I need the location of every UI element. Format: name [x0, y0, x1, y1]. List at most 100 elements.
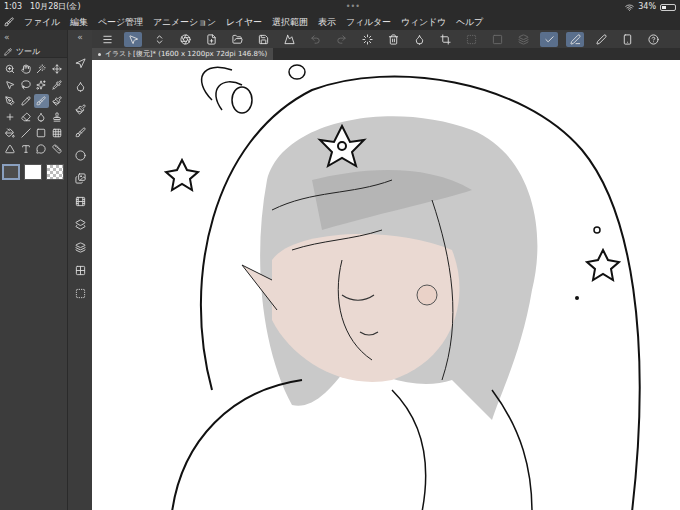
menu-item[interactable]: ウィンドウ [401, 18, 446, 27]
command-button[interactable] [384, 32, 402, 47]
palette-header: ツール [0, 46, 67, 58]
command-icon [414, 34, 425, 45]
wifi-icon [625, 3, 634, 12]
command-button[interactable] [436, 32, 454, 47]
tool-button[interactable] [49, 142, 65, 156]
menu-item[interactable]: ファイル [24, 18, 60, 27]
tool-button[interactable] [2, 78, 18, 92]
tool-button[interactable] [18, 78, 34, 92]
tool-icon [5, 80, 15, 90]
canvas-tab[interactable]: イラスト[復元]* (1600 x 1200px 72dpi 146.8%) [92, 48, 273, 60]
command-button[interactable] [462, 32, 480, 47]
tool-button[interactable] [49, 62, 65, 76]
tool-button[interactable] [2, 110, 18, 124]
panel-icon [75, 173, 86, 184]
command-button[interactable] [150, 32, 168, 47]
command-button[interactable] [124, 32, 142, 47]
panel-button[interactable] [72, 56, 88, 70]
collapse-button[interactable]: « [0, 30, 67, 46]
command-button[interactable] [254, 32, 272, 47]
command-button[interactable] [358, 32, 376, 47]
command-button[interactable] [514, 32, 532, 47]
tool-button[interactable] [49, 126, 65, 140]
panel-icon [75, 104, 86, 115]
collapse-button[interactable]: « [77, 30, 83, 46]
tool-button[interactable] [34, 78, 50, 92]
menu-item[interactable]: フィルター [346, 18, 391, 27]
menu-item[interactable]: レイヤー [226, 18, 262, 27]
command-button[interactable] [488, 32, 506, 47]
multitask-dots[interactable]: ••• [81, 3, 626, 11]
workspace: «ツール«イラスト[復元]* (1600 x 1200px 72dpi 146.… [0, 30, 680, 510]
menu-item[interactable]: 表示 [318, 18, 336, 27]
panel-button[interactable] [72, 263, 88, 277]
tool-button[interactable] [34, 62, 50, 76]
tool-icon [5, 96, 15, 106]
tool-icon [36, 144, 46, 154]
tool-button[interactable] [18, 110, 34, 124]
panel-button[interactable] [72, 217, 88, 231]
command-icon [544, 34, 555, 45]
command-icon [622, 34, 633, 45]
tool-button[interactable] [18, 142, 34, 156]
tool-button[interactable] [34, 94, 50, 108]
command-button[interactable] [410, 32, 428, 47]
command-button[interactable] [228, 32, 246, 47]
panel-button[interactable] [72, 79, 88, 93]
menu-item[interactable]: 編集 [70, 18, 88, 27]
tool-icon [21, 112, 31, 122]
command-button[interactable] [566, 32, 584, 47]
tool-button[interactable] [2, 126, 18, 140]
command-button[interactable] [202, 32, 220, 47]
command-button[interactable] [332, 32, 350, 47]
tool-button[interactable] [18, 126, 34, 140]
command-button[interactable] [644, 32, 662, 47]
tool-icon [36, 64, 46, 74]
main-area: イラスト[復元]* (1600 x 1200px 72dpi 146.8%) [92, 30, 680, 510]
panel-icon [75, 196, 86, 207]
command-button[interactable] [280, 32, 298, 47]
panel-icon-column: « [68, 30, 92, 510]
tool-icon [36, 128, 46, 138]
command-icon [440, 34, 451, 45]
panel-button[interactable] [72, 286, 88, 300]
command-button[interactable] [592, 32, 610, 47]
color-swatch[interactable] [46, 164, 64, 180]
app-logo-icon[interactable] [4, 17, 14, 27]
panel-button[interactable] [72, 148, 88, 162]
tool-button[interactable] [34, 142, 50, 156]
tool-button[interactable] [2, 94, 18, 108]
tool-icon [21, 128, 31, 138]
command-button[interactable] [98, 32, 116, 47]
illustration-icon [92, 60, 680, 510]
tool-button[interactable] [18, 62, 34, 76]
panel-button[interactable] [72, 102, 88, 116]
command-icon [206, 34, 217, 45]
tool-button[interactable] [49, 78, 65, 92]
command-button[interactable] [306, 32, 324, 47]
canvas-tab-bar: イラスト[復元]* (1600 x 1200px 72dpi 146.8%) [92, 48, 680, 60]
tool-button[interactable] [2, 62, 18, 76]
command-button[interactable] [176, 32, 194, 47]
tool-button[interactable] [34, 126, 50, 140]
panel-button[interactable] [72, 125, 88, 139]
canvas[interactable] [92, 60, 680, 510]
panel-button[interactable] [72, 194, 88, 208]
command-icon [284, 34, 295, 45]
battery-percent: 34% [638, 3, 656, 11]
color-swatch[interactable] [24, 164, 42, 180]
command-button[interactable] [540, 32, 558, 47]
tool-button[interactable] [2, 142, 18, 156]
tool-button[interactable] [49, 94, 65, 108]
menu-item[interactable]: アニメーション [153, 18, 216, 27]
command-button[interactable] [618, 32, 636, 47]
tool-button[interactable] [34, 110, 50, 124]
tool-button[interactable] [49, 110, 65, 124]
menu-item[interactable]: 選択範囲 [272, 18, 308, 27]
tool-button[interactable] [18, 94, 34, 108]
panel-button[interactable] [72, 171, 88, 185]
color-swatch[interactable] [2, 164, 20, 180]
menu-item[interactable]: ページ管理 [98, 18, 143, 27]
panel-button[interactable] [72, 240, 88, 254]
menu-item[interactable]: ヘルプ [456, 18, 483, 27]
